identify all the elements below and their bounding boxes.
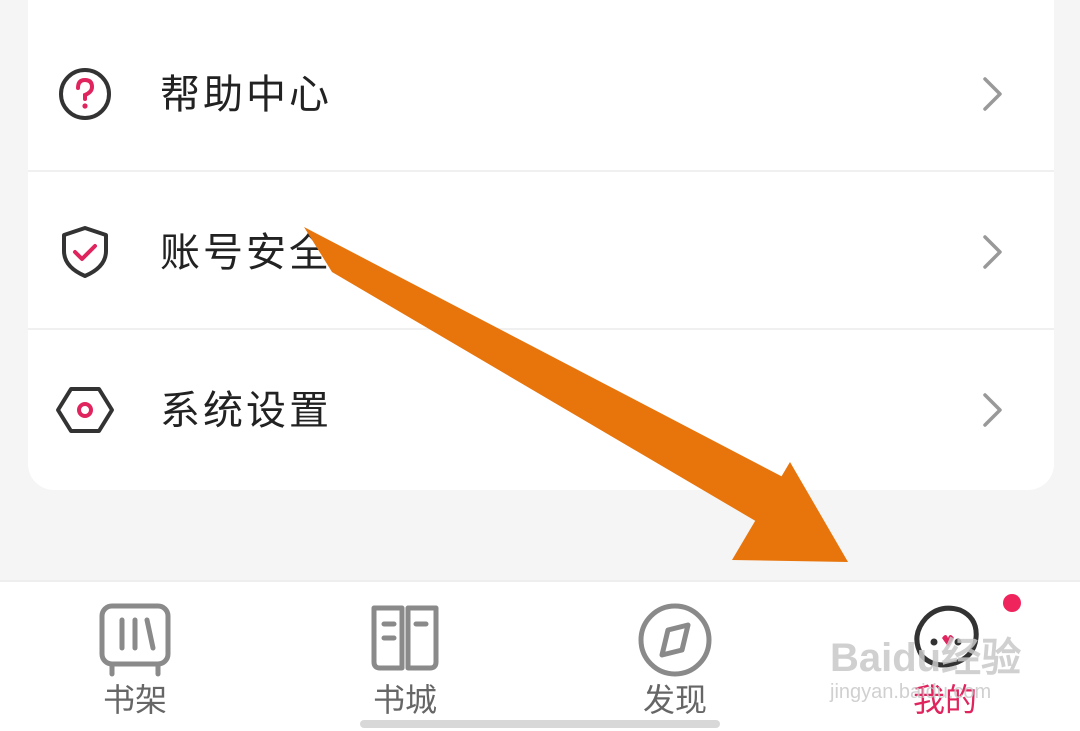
menu-card: 帮助中心 账号安全 系统设置 [28,0,1054,490]
divider [28,170,1054,172]
tab-label: 发现 [642,681,707,719]
tab-label: 书架 [102,681,167,719]
baidu-jingyan-watermark: Baidu经验 jingyan.baidu.com [830,636,1030,706]
tab-discover[interactable]: 发现 [595,582,755,731]
menu-item-label: 系统设置 [160,388,332,434]
watermark-sub: jingyan.baidu.com [830,681,992,703]
compass-icon [638,603,712,677]
shield-check-icon [62,226,108,278]
menu-item-label: 帮助中心 [160,72,332,118]
tab-label: 书城 [372,681,437,719]
help-circle-icon [59,68,111,120]
home-indicator [360,720,720,728]
notification-badge [1003,594,1021,612]
watermark-main: Baidu经验 [830,636,1022,680]
book-store-icon [371,605,439,671]
chevron-right-icon [983,77,1002,111]
chevron-right-icon [983,393,1002,427]
tab-bookstore[interactable]: 书城 [325,582,485,731]
menu-item-help-center[interactable]: 帮助中心 [28,16,1054,174]
menu-item-account-security[interactable]: 账号安全 [28,174,1054,332]
chevron-right-icon [983,235,1002,269]
settings-hexagon-icon [56,387,114,433]
bookshelf-icon [99,603,171,677]
divider [28,328,1054,330]
menu-item-label: 账号安全 [160,230,332,276]
menu-item-system-settings[interactable]: 系统设置 [28,332,1054,490]
tab-bookshelf[interactable]: 书架 [55,582,215,731]
